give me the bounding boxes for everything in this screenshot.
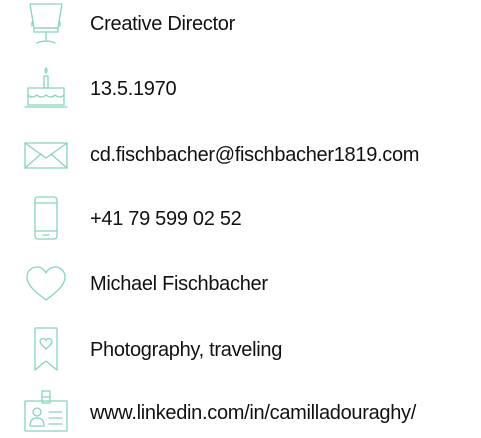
job-title-text: Creative Director [90,13,235,35]
chair-icon [22,0,70,49]
profile-item-hobbies: Photography, traveling [0,325,481,375]
heart-icon [22,259,70,309]
profile-item-partner: Michael Fischbacher [0,259,481,309]
email-link[interactable]: cd.fischbacher@fischbacher1819.com [90,130,419,180]
hobbies-text: Photography, traveling [90,339,283,361]
bookmark-heart-icon [22,325,70,375]
profile-item-email[interactable]: cd.fischbacher@fischbacher1819.com [0,130,481,180]
profile-item-job-title: Creative Director [0,0,481,49]
smartphone-icon [22,194,70,244]
birthdate-text: 13.5.1970 [90,78,177,100]
profile-item-birthdate: 13.5.1970 [0,64,481,114]
partner-name-text: Michael Fischbacher [90,273,268,295]
profile-item-phone[interactable]: +41 79 599 02 52 [0,194,481,244]
birthday-cake-icon [22,64,70,114]
phone-text[interactable]: +41 79 599 02 52 [90,194,242,244]
envelope-icon [22,130,70,180]
